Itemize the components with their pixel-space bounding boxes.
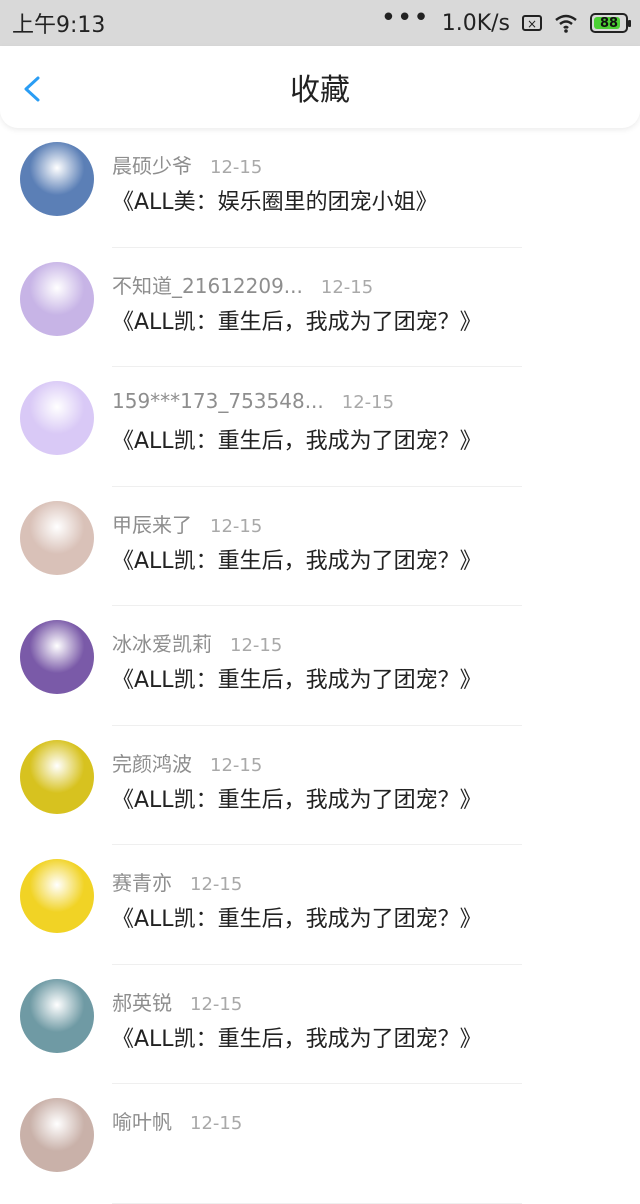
- user-name[interactable]: 不知道_21612209...: [112, 270, 303, 299]
- item-date: 12-15: [190, 1113, 243, 1134]
- divider: [112, 1202, 522, 1204]
- avatar[interactable]: [20, 500, 94, 575]
- status-bar: 上午9:13 ••• 1.0K/s × 88: [0, 0, 640, 46]
- notification-dots: •••: [380, 3, 430, 33]
- wifi-icon: [555, 14, 577, 33]
- user-name[interactable]: 完颜鸿波: [112, 748, 192, 777]
- list-item[interactable]: 郝英锐 12-15 《ALL凯：重生后，我成为了团宠？》: [0, 965, 640, 1084]
- item-date: 12-15: [210, 515, 263, 537]
- item-meta: 甲辰来了 12-15: [112, 509, 262, 538]
- user-name[interactable]: 郝英锐: [112, 987, 172, 1016]
- item-meta: 冰冰爱凯莉 12-15: [112, 628, 282, 657]
- list-item[interactable]: 喻叶帆 12-15: [0, 1084, 640, 1204]
- sim-icon: ×: [522, 15, 542, 31]
- user-name[interactable]: 晨硕少爷: [112, 150, 192, 179]
- item-meta: 159***173_753548... 12-15: [112, 389, 394, 413]
- book-title-link[interactable]: 《ALL凯：重生后，我成为了团宠？》: [112, 1021, 482, 1053]
- list-item[interactable]: 晨硕少爷 12-15 《ALL美：娱乐圈里的团宠小姐》: [0, 128, 640, 248]
- list-item[interactable]: 不知道_21612209... 12-15 《ALL凯：重生后，我成为了团宠？》: [0, 248, 640, 367]
- list-item[interactable]: 完颜鸿波 12-15 《ALL凯：重生后，我成为了团宠？》: [0, 726, 640, 845]
- book-title-link[interactable]: 《ALL凯：重生后，我成为了团宠？》: [112, 782, 482, 814]
- book-title-link[interactable]: 《ALL凯：重生后，我成为了团宠？》: [112, 662, 482, 694]
- avatar[interactable]: [20, 859, 94, 933]
- item-meta: 晨硕少爷 12-15: [112, 150, 262, 179]
- avatar[interactable]: [20, 142, 94, 216]
- avatar[interactable]: [20, 739, 94, 814]
- user-name[interactable]: 冰冰爱凯莉: [112, 628, 212, 657]
- header: 收藏: [0, 46, 640, 128]
- item-date: 12-15: [210, 754, 263, 776]
- back-icon[interactable]: [18, 74, 48, 104]
- item-date: 12-15: [230, 635, 283, 656]
- avatar[interactable]: [20, 620, 94, 694]
- item-date: 12-15: [210, 157, 263, 178]
- item-meta: 不知道_21612209... 12-15: [112, 270, 373, 299]
- favorites-list: 晨硕少爷 12-15 《ALL美：娱乐圈里的团宠小姐》 不知道_21612209...…: [0, 128, 640, 1204]
- book-title-link[interactable]: 《ALL凯：重生后，我成为了团宠？》: [112, 901, 482, 933]
- status-right: ••• 1.0K/s × 88: [381, 5, 631, 36]
- book-title-link[interactable]: 《ALL凯：重生后，我成为了团宠？》: [112, 543, 482, 575]
- list-item[interactable]: 甲辰来了 12-15 《ALL凯：重生后，我成为了团宠？》: [0, 487, 640, 606]
- item-meta: 喻叶帆 12-15: [112, 1106, 242, 1135]
- user-name[interactable]: 甲辰来了: [112, 509, 192, 538]
- item-meta: 完颜鸿波 12-15: [112, 748, 262, 777]
- avatar[interactable]: [20, 261, 94, 336]
- avatar[interactable]: [20, 381, 94, 455]
- book-title-link[interactable]: 《ALL凯：重生后，我成为了团宠？》: [112, 423, 482, 455]
- book-title-link[interactable]: 《ALL凯：重生后，我成为了团宠？》: [112, 304, 482, 336]
- battery-icon: 88: [590, 13, 631, 33]
- battery-level: 88: [599, 15, 619, 31]
- item-meta: 郝英锐 12-15: [112, 987, 242, 1016]
- user-name[interactable]: 赛青亦: [112, 867, 172, 896]
- page-title: 收藏: [290, 73, 350, 108]
- network-speed: 1.0K/s: [441, 10, 510, 36]
- user-name[interactable]: 159***173_753548...: [112, 389, 324, 413]
- list-item[interactable]: 冰冰爱凯莉 12-15 《ALL凯：重生后，我成为了团宠？》: [0, 606, 640, 726]
- item-date: 12-15: [190, 874, 243, 895]
- item-date: 12-15: [320, 276, 374, 298]
- item-date: 12-15: [341, 392, 395, 413]
- avatar[interactable]: [20, 978, 94, 1053]
- avatar[interactable]: [20, 1098, 94, 1172]
- user-name[interactable]: 喻叶帆: [112, 1106, 172, 1135]
- item-date: 12-15: [190, 993, 243, 1015]
- book-title-link[interactable]: 《ALL美：娱乐圈里的团宠小姐》: [112, 184, 438, 216]
- list-item[interactable]: 赛青亦 12-15 《ALL凯：重生后，我成为了团宠？》: [0, 845, 640, 965]
- item-meta: 赛青亦 12-15: [112, 867, 242, 896]
- status-time: 上午9:13: [12, 13, 106, 38]
- list-item[interactable]: 159***173_753548... 12-15 《ALL凯：重生后，我成为了团宠…: [0, 367, 640, 487]
